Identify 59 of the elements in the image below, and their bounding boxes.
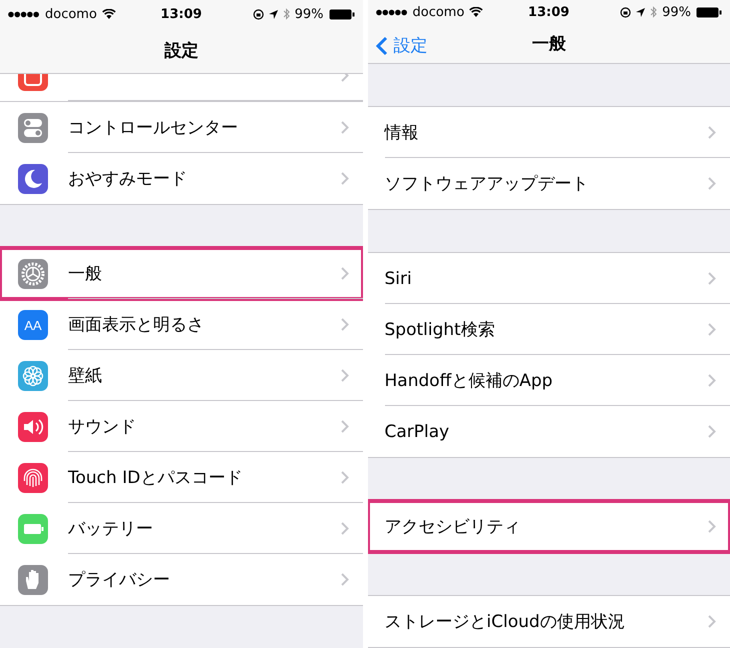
chevron-icon: [340, 267, 348, 280]
row-label: CarPlay: [384, 422, 450, 442]
rotation-lock-icon: [252, 8, 264, 20]
back-chevron-icon: [376, 36, 388, 56]
chevron-icon: [708, 177, 716, 190]
row-label: ストレージとiCloudの使用状況: [384, 611, 625, 633]
row-label: バッテリー: [68, 518, 153, 540]
row-label: ソフトウェアアップデート: [384, 173, 588, 195]
nav-title: 一般: [532, 33, 566, 56]
chevron-icon: [340, 471, 348, 484]
chevron-icon: [340, 420, 348, 433]
chevron-icon: [708, 615, 716, 628]
display-icon: AA: [18, 310, 48, 340]
location-icon: [268, 10, 278, 18]
row-label: Spotlight検索: [384, 319, 495, 341]
signal-icon: [8, 10, 40, 18]
wifi-icon: [469, 7, 484, 18]
wifi-icon: [102, 9, 116, 19]
bluetooth-icon: [282, 8, 290, 20]
chevron-icon: [340, 172, 348, 185]
row-label: 壁紙: [68, 365, 102, 387]
chevron-icon: [708, 126, 716, 139]
chevron-icon: [340, 369, 348, 382]
row-label: コントロールセンター: [68, 117, 238, 139]
chevron-icon: [708, 323, 716, 336]
row-label: 一般: [68, 263, 102, 285]
row-label: Touch IDとパスコード: [68, 467, 242, 489]
row-label: プライバシー: [68, 569, 170, 591]
chevron-icon: [708, 520, 716, 533]
row-label: Siri: [384, 268, 412, 288]
chevron-icon: [708, 272, 716, 285]
row-label: 情報: [384, 122, 418, 144]
signal-icon: [376, 8, 408, 16]
battery-icon: [328, 8, 354, 20]
settings-row[interactable]: 一般: [0, 248, 362, 299]
chevron-icon: [340, 121, 348, 134]
battery-percent: 99%: [662, 4, 691, 20]
clock-time: 13:09: [160, 6, 202, 22]
chevron-icon: [340, 522, 348, 535]
location-icon: [636, 8, 646, 17]
row-label: アクセシビリティ: [384, 516, 520, 538]
nav-title: 設定: [164, 40, 198, 62]
chevron-icon: [340, 573, 348, 586]
bluetooth-icon: [650, 6, 658, 18]
clock-time: 13:09: [528, 4, 570, 20]
row-label: 画面表示と明るさ: [68, 314, 204, 336]
back-button[interactable]: 設定: [376, 34, 428, 58]
row-label: おやすみモード: [68, 168, 187, 190]
carrier-name: docomo: [45, 6, 97, 22]
carrier-name: docomo: [412, 4, 464, 20]
chevron-icon: [708, 425, 716, 438]
chevron-icon: [708, 374, 716, 387]
row-label: サウンド: [68, 416, 136, 438]
settings-row[interactable]: アクセシビリティ: [368, 501, 730, 552]
battery-percent: 99%: [294, 6, 324, 22]
battery-icon: [696, 6, 722, 18]
chevron-icon: [340, 318, 348, 331]
row-label: Handoffと候補のApp: [384, 370, 553, 392]
rotation-lock-icon: [620, 6, 632, 18]
